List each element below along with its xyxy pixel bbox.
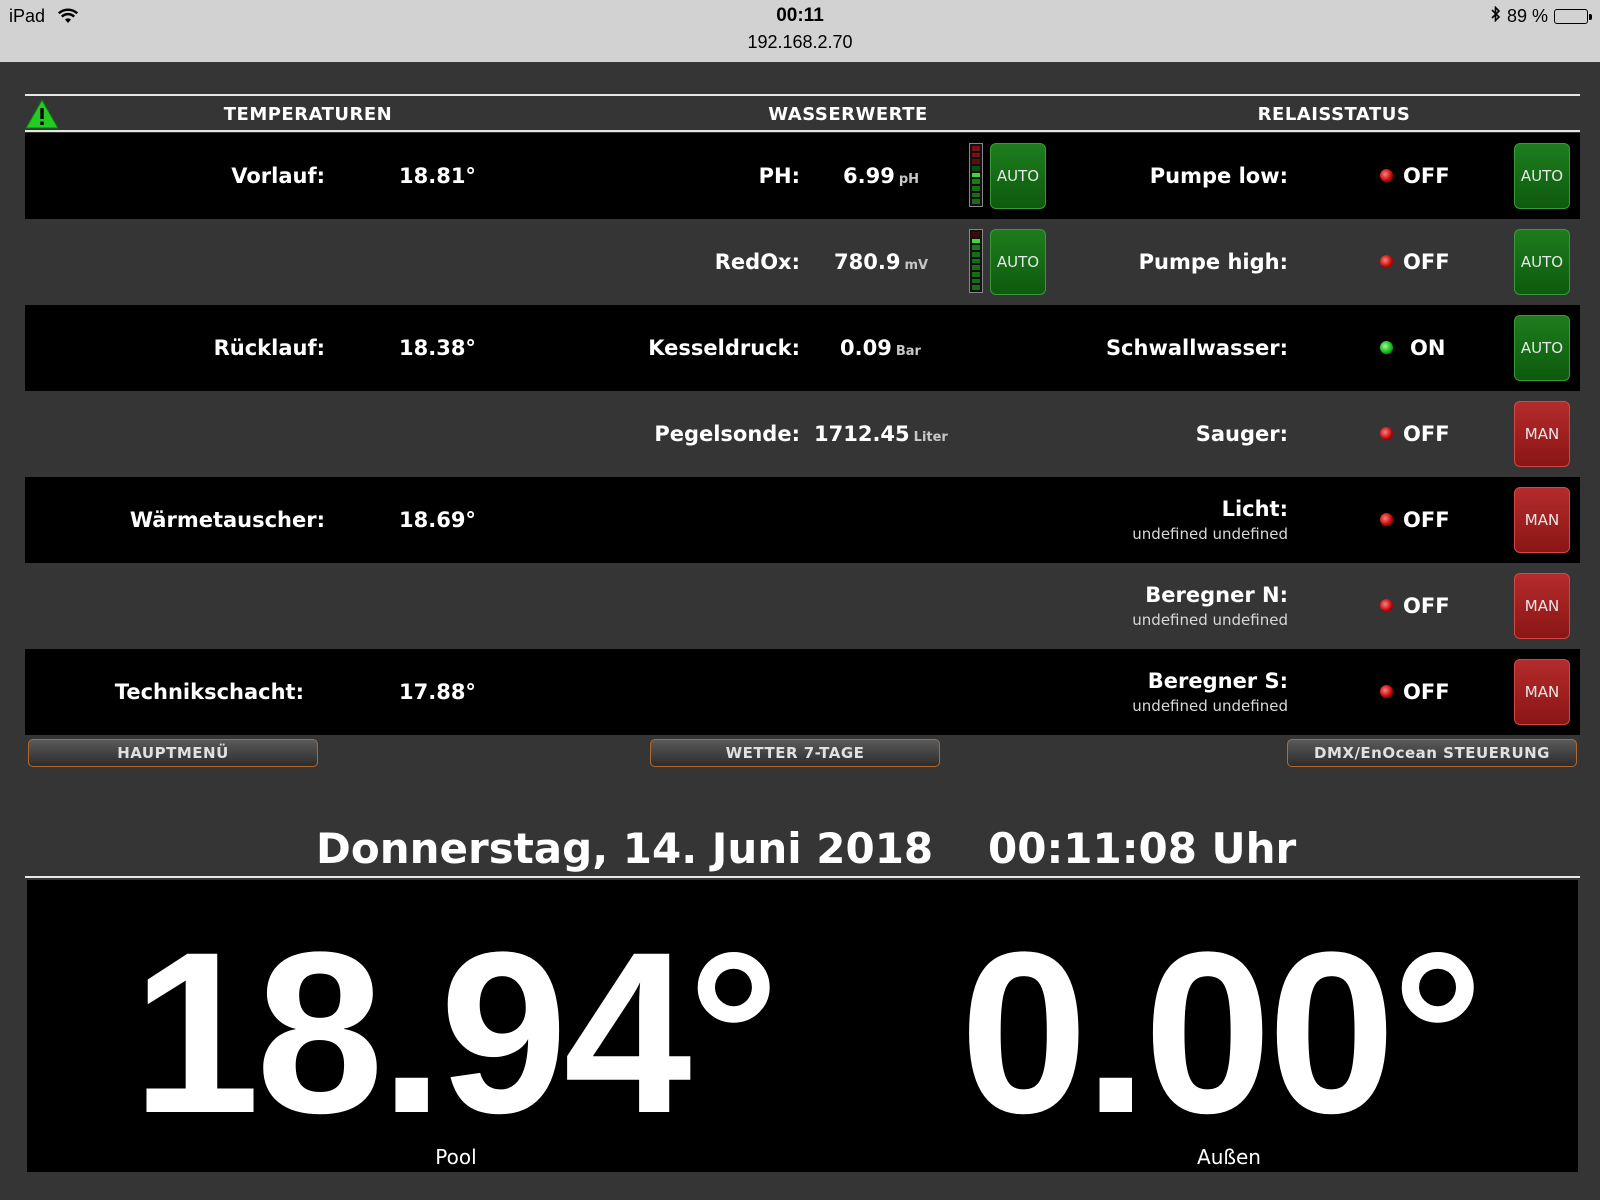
pressure-unit: Bar: [895, 344, 921, 359]
relay-state: OFF: [1403, 164, 1450, 188]
redox-auto-button[interactable]: AUTO: [990, 229, 1046, 295]
header-bottom-line: [25, 130, 1580, 132]
ph-value: 6.99: [843, 164, 895, 188]
redox-unit: mV: [904, 258, 929, 273]
relay-label: Sauger:: [1195, 422, 1288, 446]
redox-value: 780.9: [834, 250, 901, 274]
bluetooth-icon: [1491, 5, 1501, 27]
relay-mode-button[interactable]: MAN: [1514, 401, 1570, 467]
relay-label: Pumpe low:: [1149, 164, 1288, 188]
weather-7-day-button[interactable]: WETTER 7-TAGE: [650, 739, 940, 767]
relay-sub-label: undefined undefined: [1132, 611, 1288, 629]
battery-percent: 89 %: [1506, 6, 1548, 26]
relay-label: Pumpe high:: [1138, 250, 1288, 274]
temp-value: 17.88°: [399, 680, 476, 704]
pool-temperature: 18.94°: [132, 904, 780, 1161]
relay-mode-button[interactable]: MAN: [1514, 573, 1570, 639]
temp-label: Technikschacht:: [114, 680, 304, 704]
pressure-value: 0.09: [840, 336, 892, 360]
relay-mode-button[interactable]: MAN: [1514, 659, 1570, 725]
header-water-values: WASSERWERTE: [768, 104, 928, 125]
pool-label: Pool: [435, 1145, 477, 1169]
relay-state: OFF: [1403, 422, 1450, 446]
table-row: RedOx: 780.9 mV AUTO Pumpe high: OFF AUTO: [25, 219, 1580, 305]
table-row: Pegelsonde: 1712.45 Liter Sauger: OFF MAN: [25, 391, 1580, 477]
temp-label: Wärmetauscher:: [129, 508, 325, 532]
outside-temperature: 0.00°: [960, 904, 1484, 1161]
relay-label: Licht:: [1221, 497, 1288, 521]
status-led-icon: [1380, 169, 1393, 182]
relay-label: Beregner N:: [1145, 583, 1288, 607]
header-relay-status: RELAISSTATUS: [1257, 104, 1411, 125]
table-row: Beregner N: undefined undefined OFF MAN: [25, 563, 1580, 649]
relay-state: ON: [1410, 336, 1446, 360]
current-date: Donnerstag, 14. Juni 2018: [316, 824, 934, 873]
relay-mode-button[interactable]: AUTO: [1514, 229, 1570, 295]
big-panel-top-line: [25, 876, 1580, 878]
warning-icon[interactable]: [25, 98, 59, 133]
temp-value: 18.38°: [399, 336, 476, 360]
status-led-icon: [1380, 255, 1393, 268]
relay-mode-button[interactable]: MAN: [1514, 487, 1570, 553]
temp-label: Rücklauf:: [213, 336, 325, 360]
ph-level-meter: [969, 143, 983, 207]
ph-unit: pH: [898, 172, 920, 187]
water-label: Kesseldruck:: [648, 336, 800, 360]
table-row: Wärmetauscher: 18.69° Licht: undefined u…: [25, 477, 1580, 563]
table-row: Rücklauf: 18.38° Kesseldruck: 0.09 Bar Sc…: [25, 305, 1580, 391]
status-led-icon: [1380, 341, 1393, 354]
relay-state: OFF: [1403, 508, 1450, 532]
ph-auto-button[interactable]: AUTO: [990, 143, 1046, 209]
dmx-enocean-control-button[interactable]: DMX/EnOcean STEUERUNG: [1287, 739, 1577, 767]
main-menu-button[interactable]: HAUPTMENÜ: [28, 739, 318, 767]
relay-mode-button[interactable]: AUTO: [1514, 315, 1570, 381]
status-led-icon: [1380, 599, 1393, 612]
relay-state: OFF: [1403, 680, 1450, 704]
relay-label: Schwallwasser:: [1105, 336, 1288, 360]
clock: 00:11: [776, 5, 824, 26]
water-label: Pegelsonde:: [654, 422, 800, 446]
status-led-icon: [1380, 427, 1393, 440]
water-value-redox: 780.9 mV: [834, 250, 928, 274]
water-value-pressure: 0.09 Bar: [840, 336, 921, 360]
status-right: 89 %: [1491, 5, 1592, 27]
redox-level-meter: [969, 229, 983, 293]
relay-mode-button[interactable]: AUTO: [1514, 143, 1570, 209]
big-temperature-panel: 18.94° 0.00° Pool Außen: [27, 880, 1578, 1172]
relay-state: OFF: [1403, 250, 1450, 274]
ios-status-bar: iPad 00:11 192.168.2.70 89 %: [0, 0, 1600, 62]
water-value-level: 1712.45 Liter: [814, 422, 948, 446]
level-value: 1712.45: [814, 422, 910, 446]
table-row: Vorlauf: 18.81° PH: 6.99 pH AUTO Pumpe lo…: [25, 133, 1580, 219]
water-label: PH:: [758, 164, 800, 188]
water-value-ph: 6.99 pH: [843, 164, 919, 188]
temp-value: 18.81°: [399, 164, 476, 188]
address-bar-url[interactable]: 192.168.2.70: [0, 32, 1600, 53]
header-temperatures: TEMPERATUREN: [223, 104, 393, 125]
relay-label: Beregner S:: [1147, 669, 1288, 693]
relay-sub-label: undefined undefined: [1132, 697, 1288, 715]
temp-value: 18.69°: [399, 508, 476, 532]
status-led-icon: [1380, 685, 1393, 698]
header-top-line: [25, 94, 1580, 96]
battery-icon: [1554, 9, 1592, 24]
current-time: 00:11:08 Uhr: [988, 824, 1297, 873]
status-led-icon: [1380, 513, 1393, 526]
relay-sub-label: undefined undefined: [1132, 525, 1288, 543]
temp-label: Vorlauf:: [231, 164, 325, 188]
level-unit: Liter: [913, 430, 948, 445]
relay-state: OFF: [1403, 594, 1450, 618]
water-label: RedOx:: [714, 250, 800, 274]
table-row: Technikschacht: 17.88° Beregner S: undef…: [25, 649, 1580, 735]
outside-label: Außen: [1197, 1145, 1261, 1169]
